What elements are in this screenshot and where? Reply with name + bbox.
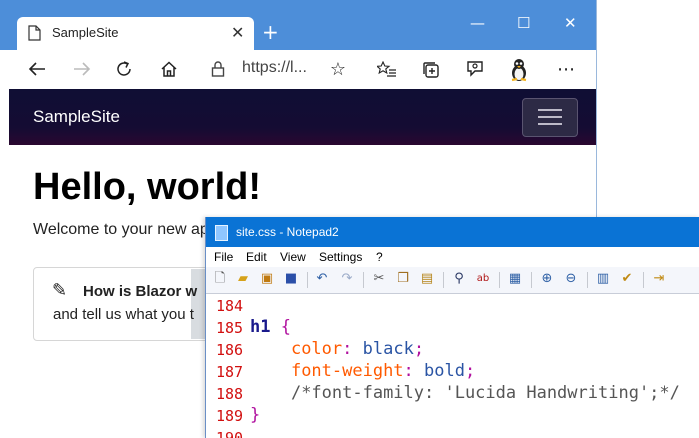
code-token: bold [424,361,465,381]
menu-help[interactable]: ? [376,250,383,264]
line-number: 186 [216,341,244,359]
line-number: 189 [216,407,244,425]
address-bar[interactable]: https://l... [242,59,307,77]
maximize-button[interactable]: ☐ [517,14,530,32]
collections-icon[interactable] [422,61,440,79]
lock-icon[interactable] [211,60,225,78]
notepad-menubar: File Edit View Settings ? [206,247,699,267]
back-icon[interactable] [27,61,47,77]
code-line: font-weight: bold; [250,361,475,381]
scheme-icon[interactable]: ▥ [595,271,611,287]
code-token: : [403,361,425,381]
code-token: { [280,317,291,337]
code-line: } [250,405,260,425]
line-number: 185 [216,319,244,337]
code-editor[interactable]: 184 185 h1 {186 color: black; 187 font-weig… [206,294,699,438]
line-number: 187 [216,363,244,381]
refresh-icon[interactable] [115,60,133,78]
menu-edit[interactable]: Edit [246,250,267,264]
share-icon[interactable] [466,60,484,78]
menu-toggle-button[interactable] [522,98,578,137]
code-token: } [250,405,261,425]
code-line: /*font-family: 'Lucida Handwriting';*/ [250,383,680,403]
code-token: ; [464,361,476,381]
hamburger-icon [538,109,562,111]
copy-icon[interactable]: ❐ [395,271,411,287]
zoom-in-icon[interactable]: ⊕ [539,271,555,287]
browse-icon[interactable]: ▣ [259,271,275,287]
profile-penguin-icon[interactable] [508,58,530,82]
redo-icon[interactable]: ↷ [339,271,355,287]
undo-icon[interactable]: ↶ [314,271,330,287]
close-window-button[interactable]: ✕ [564,14,577,32]
code-token: h1 [250,317,271,337]
code-token: black [362,339,414,359]
page-title: Hello, world! [33,166,261,208]
new-tab-button[interactable]: + [262,20,279,44]
favorites-list-icon[interactable] [377,61,397,78]
new-file-icon[interactable]: 🗋 [212,271,228,287]
open-folder-icon[interactable]: ▰ [235,271,251,287]
menu-settings[interactable]: Settings [319,250,362,264]
site-brand[interactable]: SampleSite [33,107,120,127]
tab-close-icon[interactable]: ✕ [231,23,244,42]
code-token: : [342,339,363,359]
line-number: 188 [216,385,244,403]
customize-scheme-icon[interactable]: ✔ [619,271,635,287]
browser-tab[interactable]: SampleSite ✕ [17,17,254,50]
notepad-window: site.css - Notepad2 File Edit View Setti… [205,217,699,438]
line-number: 184 [216,297,244,315]
menu-file[interactable]: File [214,250,233,264]
browser-toolbar: https://l... ☆ ⋯ [0,50,596,89]
code-line: h1 { [250,317,291,337]
code-token: color [290,339,343,359]
notepad-titlebar: site.css - Notepad2 [206,217,699,247]
notepad-toolbar: 🗋 ▰ ▣ ■ ↶ ↷ ✂ ❐ ▤ ⚲ ab ▦ ⊕ ⊖ ▥ ✔ ⇥ [206,267,699,294]
tab-title: SampleSite [52,25,119,40]
save-icon[interactable]: ■ [283,271,299,287]
site-navbar: SampleSite [9,89,596,145]
code-line: color: black; [250,339,424,359]
line-number: 190 [216,429,244,438]
pencil-icon: ✎ [52,280,68,301]
code-token: /*font-family: 'Lucida Handwriting';*/ [290,383,680,403]
code-token: ; [413,339,425,359]
survey-text: and tell us what you t [53,306,194,323]
minimize-button[interactable]: — [470,14,485,32]
welcome-text: Welcome to your new ap [33,221,209,238]
page-icon [28,25,41,41]
notepad-title: site.css - Notepad2 [236,225,339,239]
favorite-star-icon[interactable]: ☆ [327,50,349,89]
zoom-out-icon[interactable]: ⊖ [563,271,579,287]
notepad-app-icon [215,225,228,241]
word-wrap-icon[interactable]: ▦ [507,271,523,287]
menu-view[interactable]: View [280,250,306,264]
forward-icon[interactable] [72,61,92,77]
home-icon[interactable] [160,60,178,78]
find-icon[interactable]: ⚲ [451,271,467,287]
more-icon[interactable]: ⋯ [555,50,577,89]
exit-icon[interactable]: ⇥ [651,271,667,287]
paste-icon[interactable]: ▤ [419,271,435,287]
cut-icon[interactable]: ✂ [371,271,387,287]
survey-question: How is Blazor w [83,283,198,300]
browser-titlebar: SampleSite ✕ + — ☐ ✕ [0,0,596,50]
code-token: font-weight [290,361,404,381]
replace-icon[interactable]: ab [475,271,491,287]
